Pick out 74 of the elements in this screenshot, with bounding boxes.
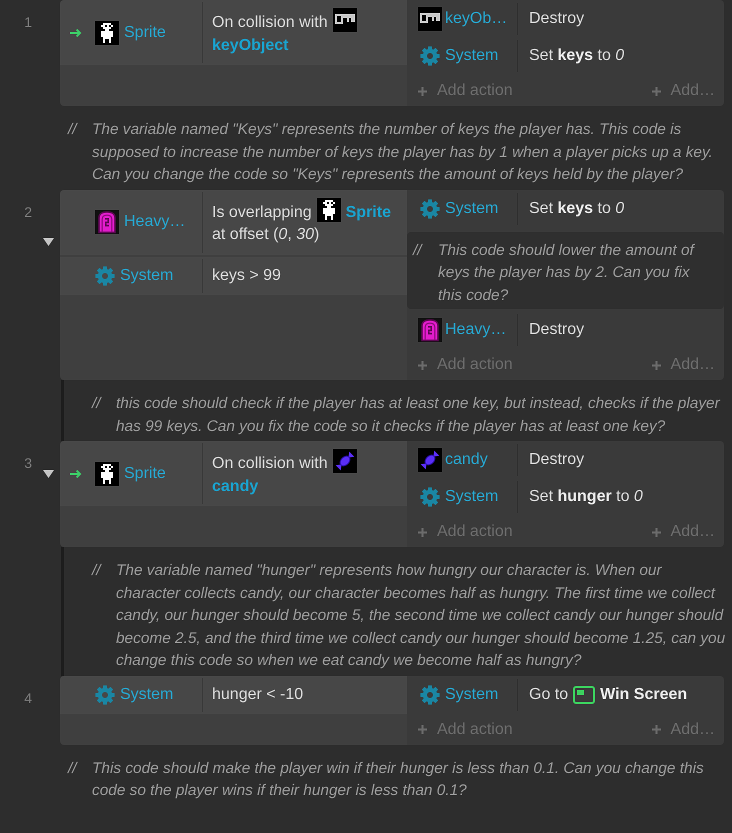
event-number: 2 <box>24 202 33 220</box>
action-text: Destroy <box>529 450 584 470</box>
layout-icon <box>573 686 596 704</box>
gear-icon <box>95 684 115 705</box>
pixel-figure-icon <box>95 462 119 486</box>
condition-row[interactable]: System keys > 99 <box>60 256 407 295</box>
condition-text: On collision with <box>212 13 328 33</box>
candy-icon <box>418 448 442 472</box>
candy-icon <box>332 449 357 473</box>
action-text: Set keys to 0 <box>529 46 624 66</box>
condition-row[interactable]: System hunger < -10 <box>60 676 407 714</box>
tombstone-icon <box>418 318 442 342</box>
comment-text: this code should check if the player has at least one key, but instead, checks if the player has 99 keys. Can you fix the code so it checks if the player has at least one key? <box>116 394 722 436</box>
action-text: Destroy <box>529 320 584 340</box>
gear-icon <box>420 487 440 507</box>
action-text: Set keys to 0 <box>529 198 624 218</box>
plus-icon <box>418 725 427 734</box>
event-number: 3 <box>24 454 33 472</box>
object-name: System <box>120 266 174 285</box>
condition-row[interactable]: Heavy… Is overlapping Sprite at offset (0, 30) <box>60 190 407 254</box>
object-name: System <box>445 200 498 218</box>
plus-icon <box>418 528 427 536</box>
object-name: System <box>445 47 498 65</box>
condition-row[interactable]: Sprite On collision with candy <box>60 441 407 506</box>
object-name: keyObject <box>212 36 288 56</box>
plus-icon <box>418 86 427 96</box>
object-name: Heavy… <box>124 213 186 231</box>
layout-name: Win Screen <box>600 684 688 704</box>
key-icon <box>332 8 357 32</box>
object-name: System <box>120 686 174 704</box>
comment-text: This code should make the player win if their hunger is less than 0.1. Can you change this code so the player wins if their hunger is less than 0.1? <box>92 758 705 801</box>
caret-icon[interactable] <box>43 470 54 478</box>
comment-marker: // <box>92 394 103 414</box>
comment-marker: // <box>68 758 79 778</box>
caret-icon[interactable] <box>43 238 54 246</box>
gear-icon <box>420 46 440 66</box>
tombstone-icon <box>95 210 119 234</box>
gear-icon <box>420 684 440 704</box>
condition-text: keys > 99 <box>212 266 281 286</box>
condition-text: On collision with <box>212 454 328 474</box>
condition-text: hunger < -10 <box>212 684 304 704</box>
object-name: Sprite <box>124 464 166 482</box>
condition-row[interactable]: Sprite On collision with keyObject <box>60 0 407 65</box>
event-number: 1 <box>24 13 33 31</box>
comment-text: The variable named "Keys" represents the number of keys the player has. This code is supposed to increase the number of keys the player has by 1 when a player picks up a key. Can you change the code so "Keys" represents the amount of keys held by the player? <box>92 120 714 185</box>
action-text: Go to <box>529 684 568 704</box>
object-name: Sprite <box>346 202 391 222</box>
plus-icon <box>652 725 661 734</box>
object-name: Sprite <box>124 24 166 42</box>
plus-icon <box>652 360 661 370</box>
plus-icon <box>418 360 427 370</box>
action-text: Set hunger to 0 <box>529 487 643 507</box>
object-name: Heavy… <box>445 321 506 339</box>
pixel-figure-icon <box>316 198 341 222</box>
object-name: candy <box>445 451 488 469</box>
comment-marker: // <box>413 240 424 260</box>
comment-marker: // <box>68 120 79 140</box>
condition-text: at offset (0, 30) <box>212 225 320 245</box>
comment-text: The variable named "hunger" represents how hungry our character is. When our character collects candy, our character becomes half as hungry. The first time we collect candy, our hunger should become 5, the second time we collect candy our hunger should become 2.5, and the third time we collect candy our hunger should become 1.25, can you change this code so when we eat candy we become half as hungry? <box>116 561 726 671</box>
object-name: System <box>445 488 498 506</box>
object-name: keyOb… <box>445 10 508 28</box>
object-name: candy <box>212 476 258 496</box>
comment-marker: // <box>92 561 103 581</box>
plus-icon <box>652 86 661 96</box>
pixel-figure-icon <box>95 20 119 44</box>
key-icon <box>418 7 442 31</box>
gear-icon <box>420 198 440 218</box>
condition-text: Is overlapping <box>212 202 312 222</box>
action-text: Destroy <box>529 9 584 29</box>
gear-icon <box>95 266 115 286</box>
object-name: System <box>445 686 498 704</box>
event-number: 4 <box>24 688 33 706</box>
plus-icon <box>652 528 661 536</box>
comment-text: This code should lower the amount of keys the player has by 2. Can you fix this code? <box>438 240 696 306</box>
